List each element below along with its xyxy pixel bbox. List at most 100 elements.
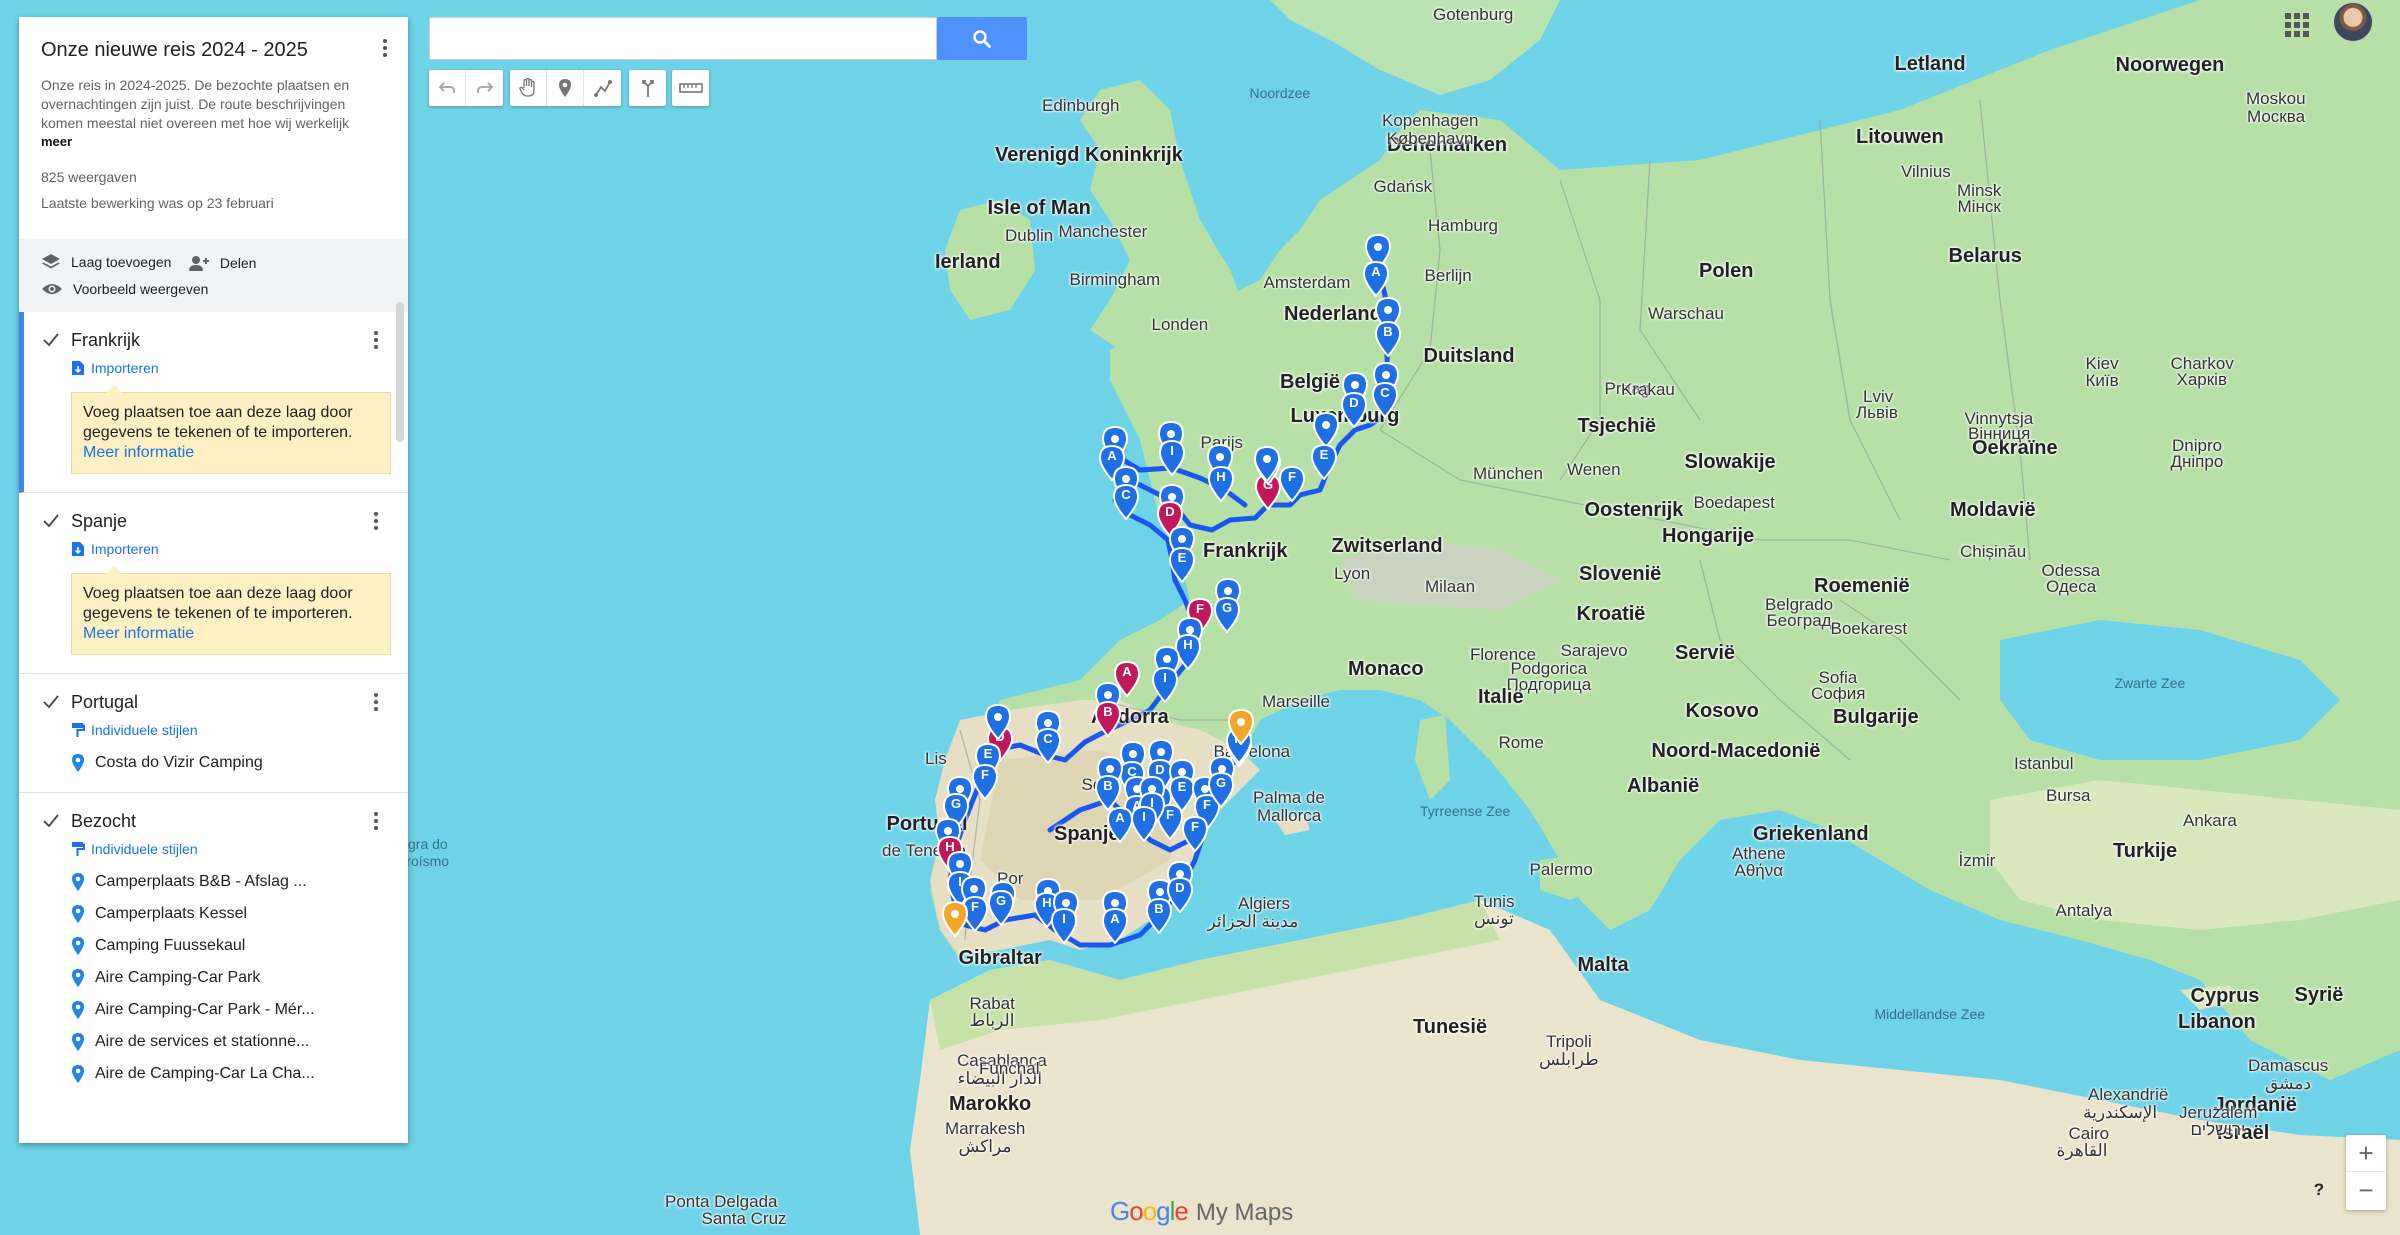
- map-pin[interactable]: B: [1375, 321, 1401, 357]
- map-pin-letter: A: [1371, 264, 1381, 279]
- search-input[interactable]: [430, 18, 936, 59]
- redo-button[interactable]: [466, 70, 503, 106]
- list-item[interactable]: Camperplaats B&B - Afslag ...: [71, 871, 386, 893]
- city-label: Dublin: [1005, 226, 1054, 245]
- individual-styles-label: Individuele stijlen: [91, 841, 198, 857]
- map-pin[interactable]: [985, 704, 1011, 740]
- map-pin[interactable]: G: [988, 890, 1014, 926]
- list-item[interactable]: Camperplaats Kessel: [71, 903, 386, 925]
- zoom-out-button[interactable]: −: [2346, 1172, 2386, 1209]
- avatar[interactable]: [2333, 2, 2373, 42]
- measure-button[interactable]: [672, 70, 709, 106]
- map-pin[interactable]: I: [1152, 667, 1178, 703]
- map-pin[interactable]: [1313, 412, 1339, 448]
- city-label: Wenen: [1567, 460, 1621, 479]
- map-pin[interactable]: A: [1102, 908, 1128, 944]
- map-pin[interactable]: C: [1113, 484, 1139, 520]
- layer-portugal[interactable]: Portugal Individuele stijlen Costa do Vi…: [19, 674, 408, 793]
- layer-name[interactable]: Spanje: [71, 511, 366, 532]
- map-pin[interactable]: G: [1214, 597, 1240, 633]
- map-pin[interactable]: D: [1341, 392, 1367, 428]
- layer-options-icon[interactable]: [366, 693, 386, 711]
- list-item[interactable]: Aire de services et stationne...: [71, 1031, 386, 1053]
- panel-scrollbar[interactable]: [396, 302, 404, 442]
- map-pin[interactable]: C: [1372, 382, 1398, 418]
- map-pin-letter: B: [1103, 704, 1113, 719]
- list-item[interactable]: Aire Camping-Car Park - Mér...: [71, 999, 386, 1021]
- country-label: Marokko: [949, 1093, 1032, 1115]
- import-link[interactable]: Importeren: [71, 360, 386, 376]
- layer-visibility-checkbox[interactable]: [41, 330, 61, 350]
- city-label: Gdańsk: [1373, 177, 1433, 196]
- more-info-link[interactable]: Meer informatie: [83, 443, 379, 463]
- map-pin[interactable]: F: [972, 764, 998, 800]
- draw-line-button[interactable]: [584, 70, 621, 106]
- map-pin[interactable]: B: [1095, 775, 1121, 811]
- add-directions-button[interactable]: [629, 70, 666, 106]
- share-button[interactable]: Delen: [188, 250, 256, 276]
- undo-button[interactable]: [429, 70, 466, 106]
- add-marker-button[interactable]: [547, 70, 584, 106]
- individual-styles-link[interactable]: Individuele stijlen: [71, 841, 386, 857]
- import-link[interactable]: Importeren: [71, 541, 386, 557]
- map-pin[interactable]: E: [1311, 444, 1337, 480]
- map-pin[interactable]: C: [1035, 728, 1061, 764]
- pan-tool-button[interactable]: [510, 70, 547, 106]
- map-pin[interactable]: D: [1167, 877, 1193, 913]
- city-label: الإسكندرية: [2083, 1103, 2158, 1122]
- layer-bezocht[interactable]: Bezocht Individuele stijlen Camperplaats…: [19, 793, 408, 1103]
- layer-visibility-checkbox[interactable]: [41, 692, 61, 712]
- map-pin[interactable]: [1254, 446, 1280, 482]
- layer-options-icon[interactable]: [366, 512, 386, 530]
- map-pin[interactable]: I: [1051, 908, 1077, 944]
- layer-visibility-checkbox[interactable]: [41, 811, 61, 831]
- city-label: Харків: [2176, 370, 2228, 389]
- more-info-link[interactable]: Meer informatie: [83, 624, 379, 644]
- search-box[interactable]: [429, 17, 937, 60]
- list-item[interactable]: Aire Camping-Car Park: [71, 967, 386, 989]
- map-pin[interactable]: A: [1363, 261, 1389, 297]
- layer-name[interactable]: Frankrijk: [71, 330, 366, 351]
- apps-grid-icon[interactable]: [2282, 10, 2309, 37]
- list-item[interactable]: Aire de Camping-Car La Cha...: [71, 1063, 386, 1085]
- help-button[interactable]: ?: [2308, 1180, 2330, 1202]
- map-pin[interactable]: A: [1107, 807, 1133, 843]
- description-more-link[interactable]: meer: [41, 134, 386, 149]
- city-label: Chișinău: [1960, 542, 2027, 561]
- map-pin[interactable]: G: [1208, 772, 1234, 808]
- search-button[interactable]: [937, 17, 1027, 60]
- layer-visibility-checkbox[interactable]: [41, 511, 61, 531]
- map-pin[interactable]: E: [1169, 547, 1195, 583]
- city-label: Київ: [2085, 371, 2119, 390]
- map-title[interactable]: Onze nieuwe reis 2024 - 2025: [41, 39, 386, 62]
- layer-name[interactable]: Bezocht: [71, 811, 366, 832]
- map-options-menu-icon[interactable]: [382, 39, 388, 57]
- map-pin[interactable]: [1228, 709, 1254, 745]
- place-marker-icon: [72, 1001, 84, 1019]
- map-pin[interactable]: I: [1131, 806, 1157, 842]
- city-label: Amsterdam: [1263, 273, 1351, 292]
- map-pin[interactable]: [942, 901, 968, 937]
- individual-styles-link[interactable]: Individuele stijlen: [71, 722, 386, 738]
- city-label: Mallorca: [1257, 806, 1322, 825]
- city-label: München: [1473, 464, 1543, 483]
- zoom-in-button[interactable]: +: [2346, 1135, 2386, 1172]
- country-label: Letland: [1894, 53, 1966, 75]
- city-label: Manchester: [1058, 222, 1148, 241]
- layer-frankrijk[interactable]: Frankrijk Importeren Voeg plaatsen toe a…: [19, 312, 408, 493]
- place-name: Aire de services et stationne...: [95, 1033, 310, 1050]
- preview-button[interactable]: Voorbeeld weergeven: [41, 276, 208, 302]
- layer-spanje[interactable]: Spanje Importeren Voeg plaatsen toe aan …: [19, 493, 408, 674]
- map-pin[interactable]: I: [1159, 440, 1185, 476]
- layer-name[interactable]: Portugal: [71, 692, 366, 713]
- list-item[interactable]: Costa do Vizir Camping: [71, 752, 386, 774]
- layer-options-icon[interactable]: [366, 812, 386, 830]
- map-pin[interactable]: F: [1182, 816, 1208, 852]
- map-pin[interactable]: B: [1095, 701, 1121, 737]
- map-pin[interactable]: H: [1208, 466, 1234, 502]
- place-name: Costa do Vizir Camping: [95, 754, 263, 771]
- list-item[interactable]: Camping Fuussekaul: [71, 935, 386, 957]
- map-pin[interactable]: F: [1279, 466, 1305, 502]
- add-layer-button[interactable]: Laag toevoegen: [41, 249, 171, 275]
- layer-options-icon[interactable]: [366, 331, 386, 349]
